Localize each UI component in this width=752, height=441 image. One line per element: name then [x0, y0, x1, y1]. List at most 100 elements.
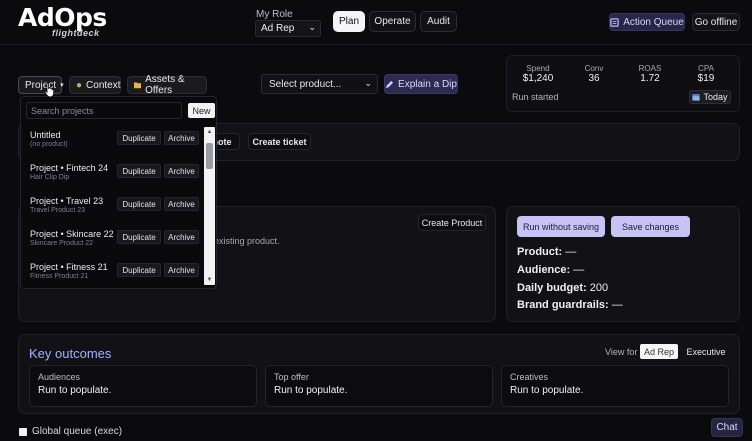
- outcome-card-text: Run to populate.: [38, 385, 112, 396]
- project-list-item[interactable]: Project • Skincare 22 Skincare Product 2…: [21, 226, 205, 256]
- view-for-label: View for: [605, 347, 638, 357]
- pencil-icon: [385, 80, 394, 88]
- chevron-down-icon: ⌄: [364, 78, 372, 88]
- product-select[interactable]: Select product... ⌄: [261, 74, 378, 94]
- project-list-item[interactable]: Project • Fitness 21 Fitness Product 21 …: [21, 259, 205, 289]
- stat-spend-label: Spend: [526, 64, 550, 73]
- stat-conv-label: Conv: [584, 64, 604, 73]
- summary-audience: Audience: —: [517, 264, 584, 276]
- project-item-name: Project • Travel 23: [30, 196, 104, 206]
- mode-audit-button[interactable]: Audit: [420, 11, 457, 32]
- project-item-product: Travel Product 23: [30, 207, 85, 214]
- chat-button[interactable]: Chat: [711, 418, 743, 437]
- today-label: Today: [703, 92, 728, 102]
- archive-button[interactable]: Archive: [164, 230, 199, 244]
- stat-roas-value: 1.72: [640, 73, 660, 84]
- project-item-product: Skincare Product 22: [30, 240, 94, 247]
- assets-label: Assets & Offers: [145, 74, 185, 96]
- search-projects-input[interactable]: [26, 102, 182, 119]
- duplicate-button[interactable]: Duplicate: [117, 197, 161, 211]
- today-button[interactable]: Today: [689, 90, 731, 104]
- summary-audience-value: —: [573, 264, 585, 276]
- duplicate-button[interactable]: Duplicate: [117, 263, 161, 277]
- create-product-button[interactable]: Create Product: [418, 214, 486, 231]
- folder-icon: [134, 82, 142, 89]
- project-item-product: (no product): [30, 141, 68, 148]
- duplicate-button[interactable]: Duplicate: [117, 230, 161, 244]
- scroll-up-icon[interactable]: ▲: [204, 129, 215, 135]
- key-outcomes-title: Key outcomes: [29, 346, 112, 361]
- project-list-item[interactable]: Untitled (no product) Duplicate Archive: [21, 127, 205, 157]
- outcome-card-title: Creatives: [510, 372, 549, 382]
- action-queue-label: Action Queue: [623, 16, 684, 28]
- archive-button[interactable]: Archive: [164, 164, 199, 178]
- dropdown-scrollbar[interactable]: ▲ ▼: [204, 127, 215, 285]
- project-list-item[interactable]: Project • Fintech 24 Hair Clip Dip Dupli…: [21, 160, 205, 190]
- outcome-card-title: Audiences: [38, 372, 81, 382]
- product-select-value: Select product...: [269, 79, 342, 90]
- new-project-button[interactable]: New: [188, 103, 215, 118]
- summary-daily-budget: Daily budget: 200: [517, 282, 608, 294]
- go-offline-button[interactable]: Go offline: [692, 13, 740, 31]
- mode-operate-button[interactable]: Operate: [369, 11, 416, 32]
- role-label: My Role: [256, 9, 293, 20]
- save-changes-button[interactable]: Save changes: [611, 216, 690, 237]
- stat-cpa-label: CPA: [698, 64, 714, 73]
- summary-audience-label: Audience:: [517, 264, 571, 276]
- project-item-name: Project • Skincare 22: [30, 229, 114, 239]
- stat-conv-value: 36: [588, 73, 600, 84]
- project-list-item[interactable]: Project • Travel 23 Travel Product 23 Du…: [21, 193, 205, 223]
- chevron-down-icon: ⌄: [308, 22, 316, 32]
- summary-budget-label: Daily budget:: [517, 282, 587, 294]
- run-without-saving-button[interactable]: Run without saving: [517, 216, 605, 237]
- scroll-down-icon[interactable]: ▼: [204, 277, 215, 283]
- summary-product-value: —: [565, 246, 577, 258]
- queue-icon: [610, 17, 619, 27]
- run-status-text: Run started: [512, 92, 559, 102]
- project-item-name: Untitled: [30, 130, 61, 140]
- logo-main-text: AdOps: [18, 3, 107, 32]
- context-button[interactable]: ● Context: [69, 76, 121, 94]
- stat-roas-label: ROAS: [638, 64, 662, 73]
- caret-down-icon: ▾: [60, 82, 64, 89]
- role-select[interactable]: Ad Rep ⌄: [255, 20, 321, 37]
- mode-plan-button[interactable]: Plan: [333, 11, 365, 32]
- archive-button[interactable]: Archive: [164, 263, 199, 277]
- create-ticket-button[interactable]: Create ticket: [248, 133, 311, 150]
- logo-sub-text: flightdeck: [52, 28, 100, 38]
- project-item-name: Project • Fintech 24: [30, 163, 109, 173]
- archive-button[interactable]: Archive: [164, 131, 199, 145]
- summary-product: Product: —: [517, 246, 576, 258]
- assets-offers-button[interactable]: Assets & Offers: [127, 74, 207, 96]
- summary-guardrails-value: —: [611, 299, 623, 311]
- outcome-card-text: Run to populate.: [274, 385, 348, 396]
- project-item-name: Project • Fitness 21: [30, 262, 108, 272]
- project-dropdown: New Untitled (no product) Duplicate Arch…: [20, 96, 217, 289]
- action-queue-button[interactable]: Action Queue: [609, 13, 685, 31]
- outcome-card-audiences: Audiences Run to populate.: [29, 365, 257, 407]
- explain-dip-button[interactable]: Explain a Dip: [384, 74, 458, 94]
- summary-product-label: Product:: [517, 246, 563, 258]
- role-select-value: Ad Rep: [261, 23, 295, 34]
- summary-brand-guardrails: Brand guardrails: —: [517, 299, 623, 311]
- view-ad-rep-toggle[interactable]: Ad Rep: [640, 344, 678, 359]
- project-item-product: Fitness Product 21: [30, 273, 89, 280]
- view-executive-toggle[interactable]: Executive: [684, 344, 728, 359]
- stat-cpa-value: $19: [697, 73, 715, 84]
- app-logo: AdOps flightdeck: [18, 3, 107, 38]
- hand-cursor-icon: [44, 82, 55, 98]
- global-queue-checkbox[interactable]: [19, 428, 27, 436]
- outcome-card-creatives: Creatives Run to populate.: [501, 365, 729, 407]
- summary-budget-value: 200: [589, 282, 609, 294]
- outcome-card-top-offer: Top offer Run to populate.: [265, 365, 493, 407]
- archive-button[interactable]: Archive: [164, 197, 199, 211]
- context-icon: ●: [76, 79, 83, 91]
- scrollbar-thumb[interactable]: [206, 143, 213, 169]
- explain-dip-label: Explain a Dip: [398, 78, 457, 90]
- global-queue-label: Global queue (exec): [32, 426, 123, 437]
- existing-product-text: existing product.: [214, 236, 280, 246]
- project-item-product: Hair Clip Dip: [30, 174, 70, 181]
- duplicate-button[interactable]: Duplicate: [117, 164, 161, 178]
- duplicate-button[interactable]: Duplicate: [117, 131, 161, 145]
- outcome-card-title: Top offer: [274, 372, 309, 382]
